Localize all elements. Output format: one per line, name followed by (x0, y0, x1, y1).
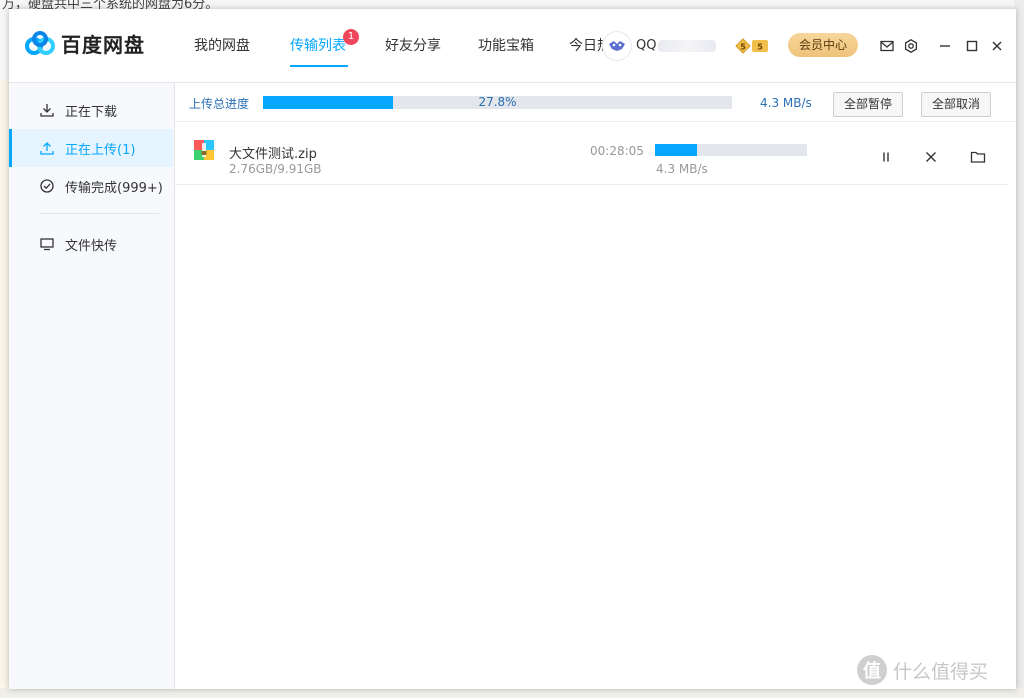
close-icon[interactable] (989, 38, 1005, 54)
pause-icon[interactable] (878, 149, 894, 165)
total-speed: 4.3 MB/s (760, 96, 812, 110)
file-speed: 4.3 MB/s (656, 162, 708, 176)
level-badge-value: 5 (757, 43, 763, 52)
upload-summary: 上传总进度 27.8% 4.3 MB/s 全部暂停 全部取消 (175, 83, 1016, 122)
total-progress-bar: 27.8% (263, 96, 732, 109)
active-tab-underline (290, 65, 348, 67)
sidebar-item-uploading[interactable]: 正在上传(1) (9, 129, 173, 167)
sidebar-item-label: 传输完成(999+) (65, 180, 163, 196)
nav-toolbox[interactable]: 功能宝箱 (478, 35, 534, 55)
level-badge-number: 5 (740, 43, 746, 52)
total-progress-label: 上传总进度 (189, 97, 250, 111)
settings-icon[interactable] (903, 38, 919, 54)
sidebar-item-label: 文件快传 (65, 238, 118, 254)
maximize-icon[interactable] (964, 38, 980, 54)
app-logo[interactable]: 百度网盘 (25, 29, 145, 58)
file-progress-bar (655, 144, 807, 156)
nav-transfer-list[interactable]: 传输列表 (290, 35, 346, 55)
monitor-icon (39, 236, 55, 252)
mail-icon[interactable] (879, 38, 895, 54)
sidebar-item-label: 正在上传(1) (65, 142, 136, 158)
file-progress-fill (655, 144, 698, 156)
pause-all-button[interactable]: 全部暂停 (833, 92, 904, 117)
watermark-logo-icon: 值 (857, 655, 887, 685)
cancel-all-button[interactable]: 全部取消 (921, 92, 992, 117)
background-bottom-strip (0, 688, 1024, 698)
time-remaining: 00:28:05 (590, 144, 644, 158)
sidebar-item-downloading[interactable]: 正在下载 (9, 91, 173, 129)
user-name[interactable]: QQ (636, 38, 717, 53)
baidu-netdisk-logo-icon (25, 30, 55, 55)
app-window: 百度网盘 我的网盘 传输列表 1 好友分享 功能宝箱 今日热 QQ 5 5 会员… (9, 9, 1016, 689)
transfer-panel: 上传总进度 27.8% 4.3 MB/s 全部暂停 全部取消 大文件测试.zip… (175, 83, 1016, 689)
zip-file-icon (194, 140, 214, 160)
user-name-text: QQ (636, 38, 657, 53)
watermark: 值 什么值得买 (857, 655, 988, 685)
transfer-count-badge: 1 (343, 29, 359, 45)
upload-icon (39, 140, 55, 156)
vip-center-button[interactable]: 会员中心 (788, 33, 858, 57)
avatar-icon (609, 41, 625, 51)
cancel-icon[interactable] (923, 149, 939, 165)
app-title: 百度网盘 (61, 33, 145, 57)
avatar[interactable] (603, 32, 631, 60)
sidebar-item-completed[interactable]: 传输完成(999+) (9, 167, 173, 205)
check-circle-icon (39, 178, 55, 194)
download-icon (39, 102, 55, 118)
nav-my-disk[interactable]: 我的网盘 (194, 35, 250, 55)
file-name: 大文件测试.zip (229, 147, 317, 162)
sidebar-item-quick-transfer[interactable]: 文件快传 (9, 225, 173, 263)
total-progress-percent: 27.8% (478, 95, 517, 109)
watermark-text: 什么值得买 (893, 660, 989, 683)
top-bar: 百度网盘 我的网盘 传输列表 1 好友分享 功能宝箱 今日热 QQ 5 5 会员… (9, 9, 1016, 83)
table-row[interactable]: 大文件测试.zip 2.76GB/9.91GB 00:28:05 4.3 MB/… (175, 122, 1009, 185)
sidebar-item-label: 正在下载 (65, 104, 118, 120)
folder-icon[interactable] (970, 149, 986, 165)
level-badge-icon[interactable]: 5 5 (734, 37, 770, 55)
blurred-username (658, 39, 717, 52)
nav-friend-share[interactable]: 好友分享 (385, 35, 441, 55)
sidebar-divider (39, 213, 159, 214)
minimize-icon[interactable] (937, 38, 953, 54)
sidebar: 正在下载 正在上传(1) 传输完成(999+) 文件快传 (9, 83, 175, 689)
file-size: 2.76GB/9.91GB (229, 162, 322, 176)
